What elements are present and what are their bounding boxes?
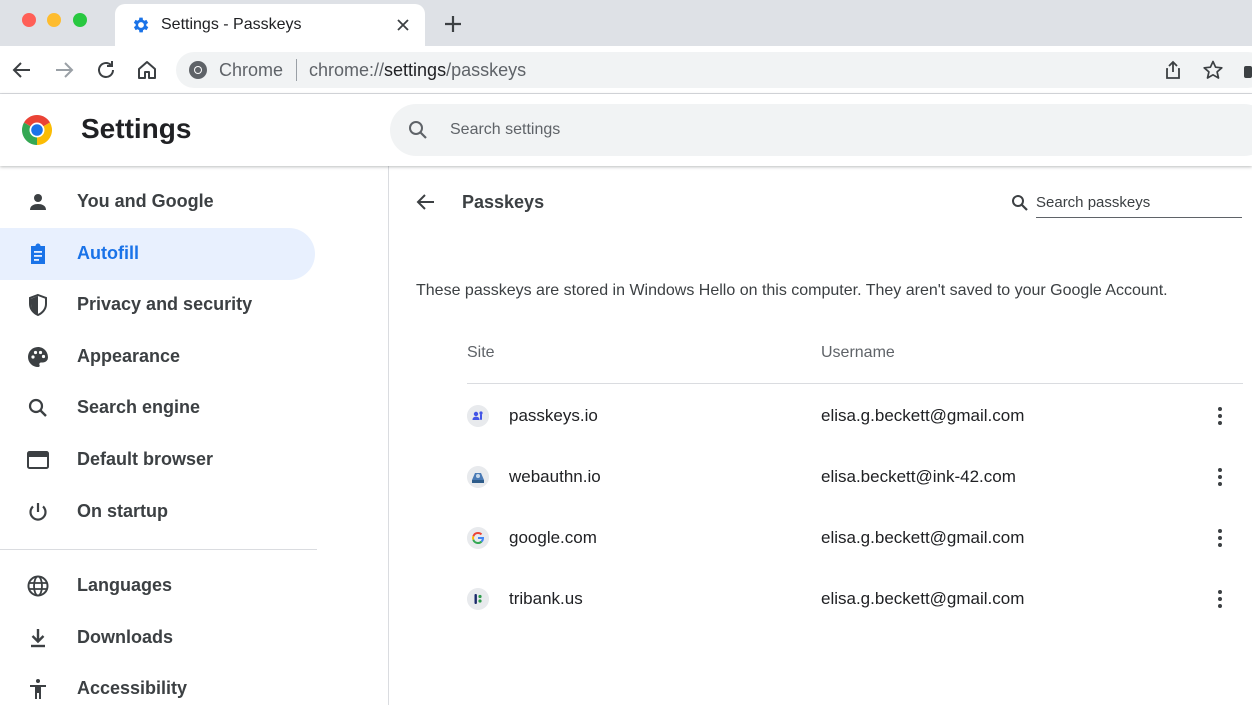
- row-site: tribank.us: [509, 589, 583, 608]
- table-row: google.com elisa.g.beckett@gmail.com: [467, 507, 1243, 568]
- search-icon: [409, 121, 427, 139]
- sidebar-item-label: Downloads: [77, 627, 174, 647]
- sidebar-item-autofill[interactable]: Autofill: [0, 228, 315, 280]
- power-icon: [29, 503, 47, 521]
- bookmark-star-icon[interactable]: [1202, 59, 1224, 81]
- subpage-title: Passkeys: [462, 192, 545, 212]
- tribank-favicon-icon: [467, 588, 489, 610]
- sidebar-item-you-and-google[interactable]: You and Google: [0, 176, 315, 228]
- sidebar-item-label: Appearance: [77, 346, 181, 366]
- extensions-icon[interactable]: [1244, 66, 1252, 78]
- search-icon: [1012, 195, 1028, 211]
- passkeys-io-favicon-icon: [467, 405, 489, 427]
- window-maximize-dot[interactable]: [73, 13, 87, 27]
- close-icon[interactable]: [395, 17, 411, 33]
- omnibox-chip: Chrome: [219, 60, 284, 80]
- more-vert-icon[interactable]: [1208, 404, 1232, 428]
- accessibility-icon: [30, 679, 46, 699]
- table-row: webauthn.io elisa.beckett@ink-42.com: [467, 446, 1243, 507]
- chrome-logo-icon: [21, 115, 53, 145]
- sidebar-item-label: Default browser: [77, 449, 214, 469]
- sidebar-item-label: Privacy and security: [77, 294, 253, 314]
- header-divider: [467, 383, 1243, 384]
- globe-icon: [27, 575, 49, 597]
- row-site: google.com: [509, 528, 597, 547]
- person-icon: [30, 194, 46, 210]
- settings-header: Settings Search settings: [0, 94, 1252, 166]
- window-close-dot[interactable]: [22, 13, 36, 27]
- search-icon: [28, 398, 47, 417]
- palette-icon: [28, 347, 48, 367]
- shield-icon: [29, 293, 47, 317]
- page-title: Settings: [81, 113, 192, 144]
- sidebar-item-label: Languages: [77, 575, 173, 595]
- more-vert-icon[interactable]: [1208, 465, 1232, 489]
- chrome-site-icon: [189, 61, 207, 79]
- settings-gear-icon: [133, 17, 149, 33]
- reload-icon[interactable]: [94, 58, 118, 82]
- tab-title: Settings - Passkeys: [161, 16, 302, 33]
- home-icon[interactable]: [135, 58, 159, 82]
- sidebar-item-on-startup[interactable]: On startup: [0, 486, 315, 538]
- sidebar-item-default-browser[interactable]: Default browser: [0, 434, 315, 486]
- row-username: elisa.beckett@ink-42.com: [821, 467, 1016, 486]
- back-arrow-icon[interactable]: [414, 190, 438, 214]
- tab-strip: Settings - Passkeys: [0, 0, 1252, 46]
- url-scheme: chrome://: [309, 60, 385, 80]
- sidebar-item-label: Search engine: [77, 397, 201, 417]
- omnibox-separator: [296, 59, 297, 81]
- sidebar-item-label: On startup: [77, 501, 169, 521]
- forward-arrow-icon[interactable]: [52, 58, 76, 82]
- sidebar-item-search-engine[interactable]: Search engine: [0, 382, 315, 434]
- sidebar-item-downloads[interactable]: Downloads: [0, 612, 315, 664]
- webauthn-io-favicon-icon: [467, 466, 489, 488]
- google-favicon-icon: [467, 527, 489, 549]
- more-vert-icon[interactable]: [1208, 526, 1232, 550]
- passkeys-info-text: These passkeys are stored in Windows Hel…: [416, 282, 1168, 299]
- sidebar-item-privacy-and-security[interactable]: Privacy and security: [0, 279, 315, 331]
- row-username: elisa.g.beckett@gmail.com: [821, 528, 1025, 547]
- url-text[interactable]: chrome://settings/passkeys: [309, 60, 526, 81]
- table-row: passkeys.io elisa.g.beckett@gmail.com: [467, 385, 1243, 446]
- browser-window-icon: [27, 451, 49, 469]
- active-tab[interactable]: Settings - Passkeys: [115, 4, 425, 46]
- share-icon[interactable]: [1162, 59, 1184, 81]
- sidebar-item-label: You and Google: [77, 191, 214, 211]
- row-username: elisa.g.beckett@gmail.com: [821, 589, 1025, 608]
- row-site: webauthn.io: [509, 467, 601, 486]
- url-host: settings: [384, 60, 447, 80]
- search-placeholder: Search settings: [450, 121, 561, 138]
- download-icon: [31, 629, 45, 648]
- address-bar[interactable]: Chrome chrome://settings/passkeys: [176, 52, 1252, 88]
- new-tab-plus-icon[interactable]: [443, 14, 463, 34]
- search-passkeys-input[interactable]: [1036, 188, 1242, 218]
- url-path: /passkeys: [446, 60, 527, 80]
- settings-search-field[interactable]: Search settings: [390, 104, 1252, 156]
- browser-toolbar: Chrome chrome://settings/passkeys: [0, 46, 1252, 94]
- column-header-username: Username: [821, 344, 895, 361]
- row-site: passkeys.io: [509, 406, 598, 425]
- more-vert-icon[interactable]: [1208, 587, 1232, 611]
- sidebar-item-accessibility[interactable]: Accessibility: [0, 663, 315, 715]
- column-header-site: Site: [467, 344, 495, 361]
- clipboard-icon: [31, 243, 45, 264]
- sidebar-item-label: Accessibility: [77, 678, 188, 698]
- table-row: tribank.us elisa.g.beckett@gmail.com: [467, 568, 1243, 629]
- passkeys-panel: Passkeys These passkeys are stored in Wi…: [390, 166, 1252, 705]
- sidebar-item-label: Autofill: [77, 243, 139, 263]
- back-arrow-icon[interactable]: [10, 58, 34, 82]
- sidebar-item-languages[interactable]: Languages: [0, 560, 315, 612]
- row-username: elisa.g.beckett@gmail.com: [821, 406, 1025, 425]
- window-minimize-dot[interactable]: [47, 13, 61, 27]
- settings-sidebar: You and Google Autofill Privacy and secu…: [0, 166, 389, 705]
- sidebar-divider: [0, 549, 317, 550]
- sidebar-item-appearance[interactable]: Appearance: [0, 331, 315, 383]
